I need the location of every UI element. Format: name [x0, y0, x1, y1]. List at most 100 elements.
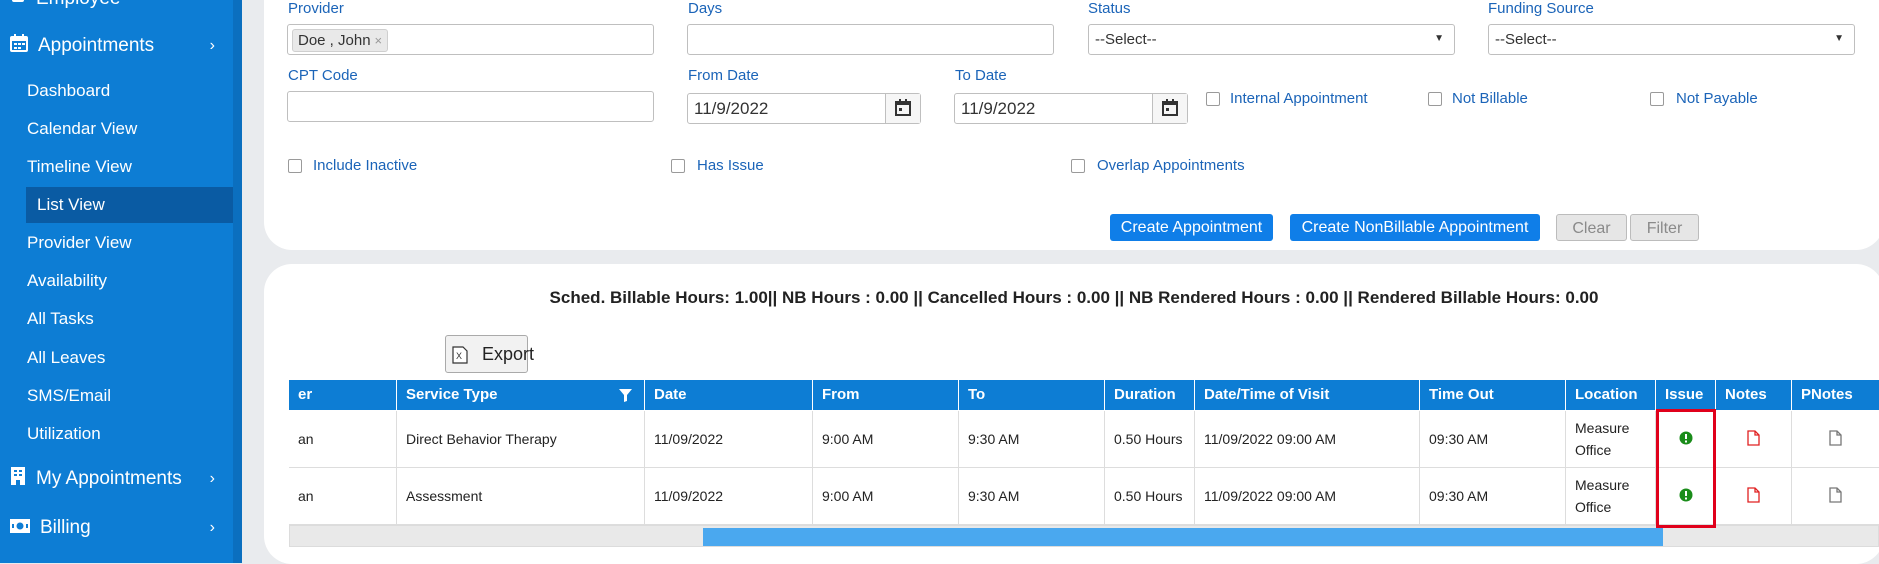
overlap-appointments-label: Overlap Appointments — [1097, 157, 1245, 174]
not-billable-label: Not Billable — [1452, 90, 1528, 107]
cell-date: 11/09/2022 — [645, 468, 813, 524]
sidebar-item-dashboard[interactable]: Dashboard — [27, 73, 233, 109]
sidebar-edge — [233, 0, 242, 563]
include-inactive-checkbox[interactable] — [288, 159, 302, 173]
sidebar-item-timeline-view[interactable]: Timeline View — [27, 149, 233, 185]
col-service-type[interactable]: Service Type — [397, 380, 645, 410]
table-row[interactable]: an Direct Behavior Therapy 11/09/2022 9:… — [289, 411, 1879, 468]
sidebar-item-utilization[interactable]: Utilization — [27, 416, 233, 452]
from-date-value: 11/9/2022 — [694, 99, 769, 118]
create-nonbillable-appointment-button[interactable]: Create NonBillable Appointment — [1290, 214, 1540, 241]
provider-tag: Doe , John × — [292, 29, 389, 52]
sidebar-item-label: Calendar View — [27, 119, 138, 138]
internal-appointment-checkbox[interactable] — [1206, 92, 1220, 106]
col-pnotes[interactable]: PNotes — [1792, 380, 1879, 410]
clear-button[interactable]: Clear — [1556, 214, 1627, 241]
cell-provider: an — [289, 468, 397, 524]
days-label: Days — [688, 0, 723, 17]
col-to[interactable]: To — [959, 380, 1105, 410]
sidebar: Employee Appointments › Dashboard Calend… — [0, 0, 242, 563]
sidebar-item-all-leaves[interactable]: All Leaves — [27, 340, 233, 376]
not-payable-checkbox[interactable] — [1650, 92, 1664, 106]
pnotes-file-icon[interactable] — [1829, 429, 1842, 449]
cell-location: Measure Office — [1566, 468, 1656, 524]
to-date-input[interactable]: 11/9/2022 — [954, 93, 1188, 124]
export-label: Export — [482, 344, 535, 364]
sidebar-item-list-view[interactable]: List View — [26, 187, 233, 223]
col-provider[interactable]: er — [289, 380, 397, 410]
scrollbar-thumb[interactable] — [703, 528, 1663, 546]
filter-button[interactable]: Filter — [1630, 214, 1699, 241]
calendar-icon — [10, 34, 28, 58]
provider-label: Provider — [288, 0, 344, 17]
export-button[interactable]: X Export — [445, 335, 534, 373]
sidebar-item-all-tasks[interactable]: All Tasks — [27, 301, 233, 337]
notes-file-icon[interactable] — [1747, 429, 1760, 449]
cell-time-out: 09:30 AM — [1420, 411, 1566, 467]
building-icon — [10, 467, 26, 491]
sidebar-item-billing[interactable]: Billing › — [10, 517, 215, 539]
employee-icon — [10, 0, 26, 10]
days-input[interactable] — [687, 24, 1054, 55]
funding-source-value: --Select-- — [1495, 31, 1557, 48]
sidebar-item-sms-email[interactable]: SMS/Email — [27, 378, 233, 414]
cell-visit: 11/09/2022 09:00 AM — [1195, 411, 1420, 467]
funding-source-select[interactable]: --Select-- ▼ — [1488, 24, 1855, 55]
has-issue-label: Has Issue — [697, 157, 764, 174]
sidebar-item-appointments[interactable]: Appointments › — [10, 34, 215, 58]
chevron-right-icon: › — [209, 519, 215, 536]
filter-funnel-icon[interactable] — [619, 380, 632, 410]
cell-service-type: Direct Behavior Therapy — [397, 411, 645, 467]
overlap-appointments-checkbox[interactable] — [1071, 159, 1085, 173]
cell-location: Measure Office — [1566, 411, 1656, 467]
sidebar-item-label: My Appointments — [36, 468, 182, 489]
col-notes[interactable]: Notes — [1716, 380, 1792, 410]
cell-service-type: Assessment — [397, 468, 645, 524]
not-billable-checkbox[interactable] — [1428, 92, 1442, 106]
cell-from: 9:00 AM — [813, 468, 959, 524]
cell-notes — [1716, 411, 1792, 467]
remove-tag-icon[interactable]: × — [375, 33, 383, 48]
appointments-table: er Service Type Date From To Duration Da… — [289, 380, 1879, 530]
status-select[interactable]: --Select-- ▼ — [1088, 24, 1455, 55]
col-location[interactable]: Location — [1566, 380, 1656, 410]
col-duration[interactable]: Duration — [1105, 380, 1195, 410]
cell-duration: 0.50 Hours — [1105, 411, 1195, 467]
cell-provider: an — [289, 411, 397, 467]
from-date-input[interactable]: 11/9/2022 — [687, 93, 921, 124]
sidebar-item-my-appointments[interactable]: My Appointments › — [10, 467, 215, 491]
sidebar-item-provider-view[interactable]: Provider View — [27, 225, 233, 261]
col-time-out[interactable]: Time Out — [1420, 380, 1566, 410]
table-header: er Service Type Date From To Duration Da… — [289, 380, 1879, 410]
col-from[interactable]: From — [813, 380, 959, 410]
calendar-icon[interactable] — [885, 94, 920, 123]
svg-text:X: X — [456, 351, 462, 361]
cell-to: 9:30 AM — [959, 468, 1105, 524]
sidebar-item-employee[interactable]: Employee — [10, 0, 121, 10]
provider-multiselect[interactable]: Doe , John × — [287, 24, 654, 55]
sidebar-item-availability[interactable]: Availability — [27, 263, 233, 299]
create-appointment-button[interactable]: Create Appointment — [1110, 214, 1273, 241]
cell-notes — [1716, 468, 1792, 524]
sidebar-item-label: Utilization — [27, 424, 101, 443]
chevron-right-icon: › — [209, 37, 215, 54]
notes-file-icon[interactable] — [1747, 486, 1760, 506]
table-horizontal-scrollbar[interactable] — [289, 525, 1879, 547]
table-row[interactable]: an Assessment 11/09/2022 9:00 AM 9:30 AM… — [289, 468, 1879, 525]
calendar-icon[interactable] — [1152, 94, 1187, 123]
sidebar-item-label: SMS/Email — [27, 386, 112, 405]
col-date-time-of-visit[interactable]: Date/Time of Visit — [1195, 380, 1420, 410]
internal-appointment-label: Internal Appointment — [1230, 90, 1368, 107]
pnotes-file-icon[interactable] — [1829, 486, 1842, 506]
excel-file-icon: X — [452, 340, 468, 364]
sidebar-item-label: Billing — [40, 517, 91, 538]
cpt-code-input[interactable] — [287, 91, 654, 122]
issue-column-highlight — [1656, 409, 1716, 528]
has-issue-checkbox[interactable] — [671, 159, 685, 173]
sidebar-item-label: Timeline View — [27, 157, 132, 176]
funding-source-label: Funding Source — [1488, 0, 1594, 17]
col-issue[interactable]: Issue — [1656, 380, 1716, 410]
sidebar-item-label: All Leaves — [27, 348, 106, 367]
col-date[interactable]: Date — [645, 380, 813, 410]
sidebar-item-calendar-view[interactable]: Calendar View — [27, 111, 233, 147]
